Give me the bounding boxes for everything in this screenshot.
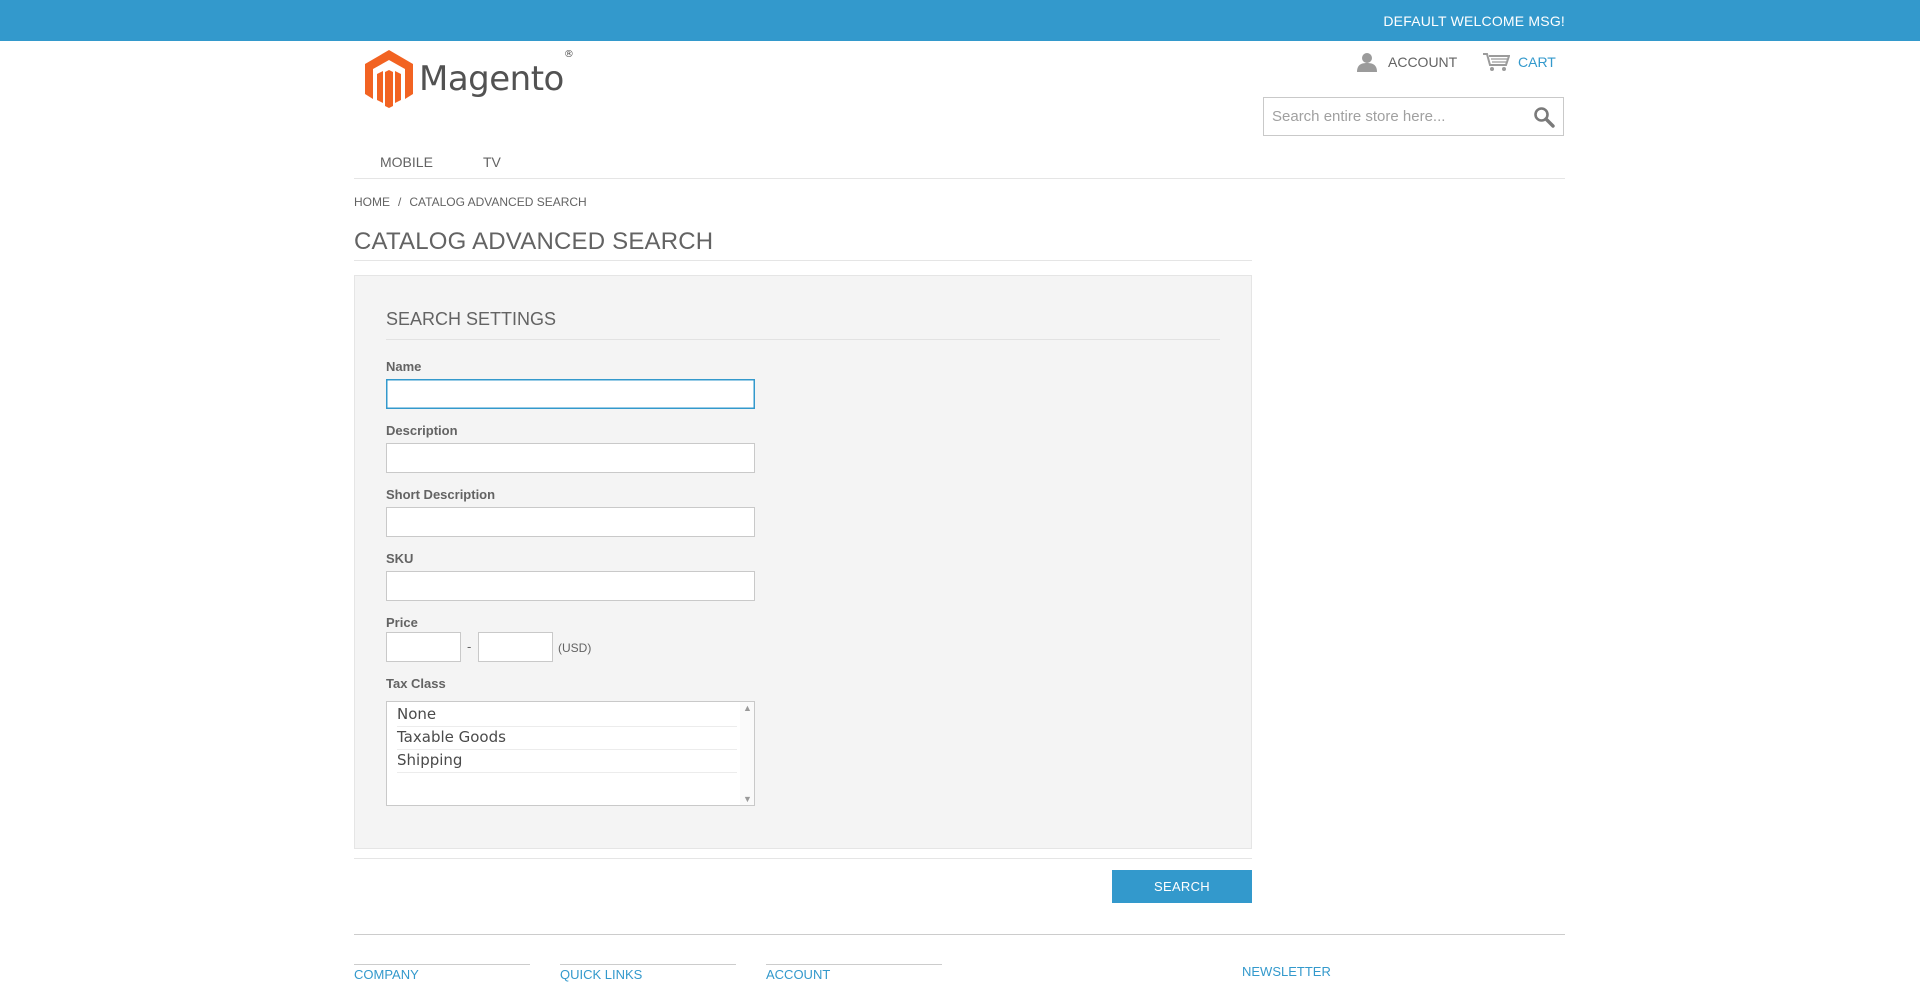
name-label: Name <box>386 359 422 374</box>
search-icon[interactable] <box>1533 106 1555 133</box>
magento-logo-icon <box>365 50 413 108</box>
tax-class-option-taxable-goods[interactable]: Taxable Goods <box>397 726 737 750</box>
tax-class-label: Tax Class <box>386 676 446 691</box>
nav-item-mobile[interactable]: MOBILE <box>380 154 433 170</box>
search-input[interactable] <box>1264 98 1522 135</box>
short-description-label: Short Description <box>386 487 496 502</box>
store-logo[interactable]: Magento® <box>365 49 574 108</box>
account-link[interactable]: ACCOUNT <box>1356 52 1457 72</box>
footer-column-account: ACCOUNT <box>766 964 942 982</box>
description-label: Description <box>386 423 458 438</box>
sku-field[interactable] <box>386 571 755 601</box>
account-label: ACCOUNT <box>1388 54 1458 70</box>
scroll-up-icon[interactable]: ▲ <box>743 703 752 713</box>
main-nav: MOBILE TV <box>354 150 1565 179</box>
footer-column-company: COMPANY <box>354 964 530 982</box>
breadcrumb-separator: / <box>398 195 402 209</box>
breadcrumb: HOME / CATALOG ADVANCED SEARCH <box>354 195 587 209</box>
description-field[interactable] <box>386 443 755 473</box>
welcome-message: DEFAULT WELCOME MSG! <box>1383 13 1565 29</box>
search-button[interactable]: SEARCH <box>1112 870 1252 903</box>
logo-wordmark: Magento® <box>419 49 574 99</box>
cart-link[interactable]: CART <box>1482 52 1556 72</box>
user-icon <box>1357 53 1377 72</box>
nav-item-tv[interactable]: TV <box>483 154 501 170</box>
cart-icon <box>1483 53 1510 71</box>
site-search <box>1263 97 1564 136</box>
sku-label: SKU <box>386 551 414 566</box>
footer-column-quick-links: QUICK LINKS <box>560 964 736 982</box>
top-bar: DEFAULT WELCOME MSG! <box>0 0 1920 41</box>
name-field[interactable] <box>386 379 755 409</box>
cart-label: CART <box>1518 54 1556 70</box>
tax-class-option-none[interactable]: None <box>397 703 737 727</box>
price-label: Price <box>386 615 418 630</box>
tax-class-scrollbar[interactable]: ▲ ▼ <box>740 702 754 805</box>
price-range-separator: - <box>467 639 472 654</box>
price-to-field[interactable] <box>478 632 553 662</box>
tax-class-select[interactable]: None Taxable Goods Shipping ▲ ▼ <box>386 701 755 806</box>
breadcrumb-current: CATALOG ADVANCED SEARCH <box>409 195 587 209</box>
search-settings-legend: SEARCH SETTINGS <box>386 309 1220 340</box>
short-description-field[interactable] <box>386 507 755 537</box>
page-title: CATALOG ADVANCED SEARCH <box>354 228 1252 261</box>
footer-heading-company[interactable]: COMPANY <box>354 967 419 982</box>
tax-class-option-shipping[interactable]: Shipping <box>397 749 737 773</box>
footer-heading-account[interactable]: ACCOUNT <box>766 967 830 982</box>
footer-divider <box>354 934 1565 935</box>
price-from-field[interactable] <box>386 632 461 662</box>
scroll-down-icon[interactable]: ▼ <box>743 794 752 804</box>
footer-heading-quick-links[interactable]: QUICK LINKS <box>560 967 642 982</box>
price-currency: (USD) <box>558 641 592 655</box>
footer-heading-newsletter[interactable]: NEWSLETTER <box>1242 964 1331 979</box>
breadcrumb-home[interactable]: HOME <box>354 195 390 209</box>
actions-divider <box>354 858 1252 859</box>
search-settings-panel: SEARCH SETTINGS Name Description Short D… <box>354 275 1252 849</box>
